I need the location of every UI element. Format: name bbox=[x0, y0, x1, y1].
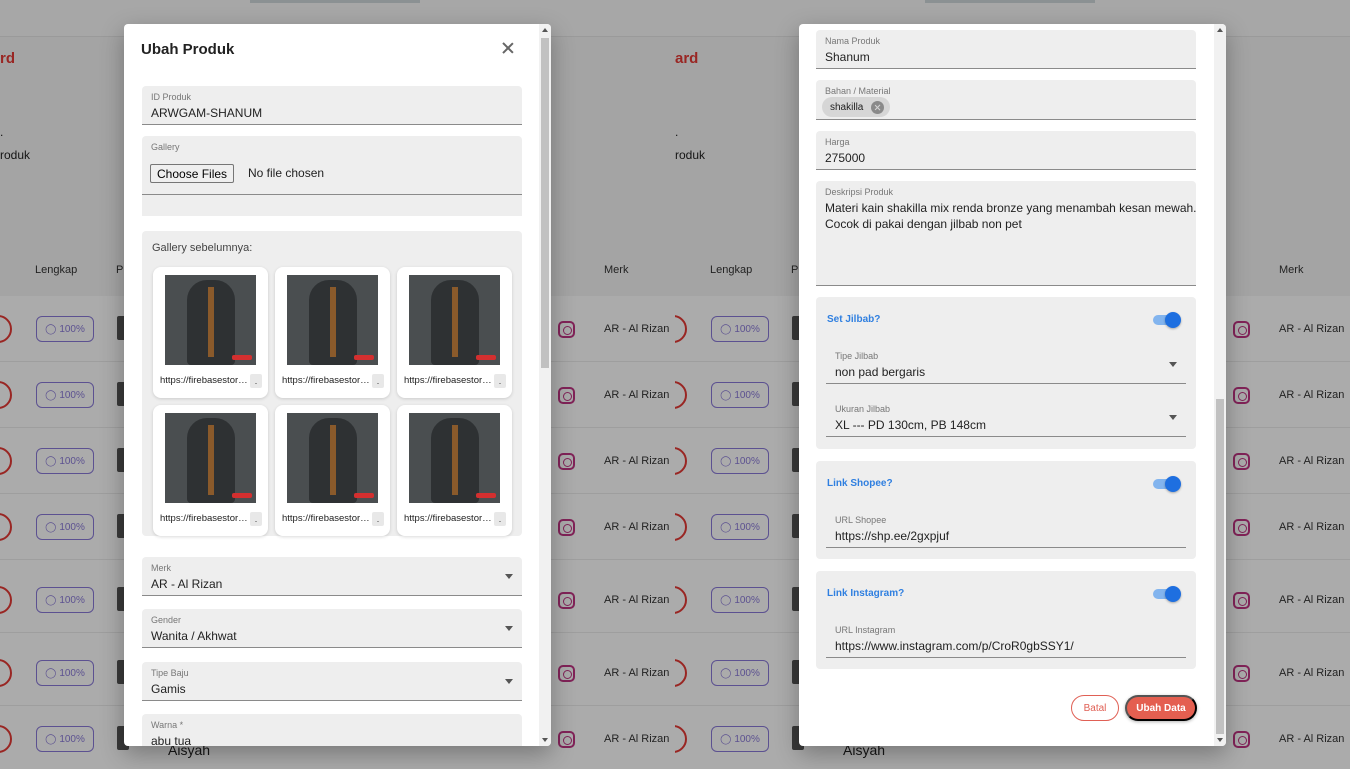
gallery-item[interactable]: https://firebasestorage.googleapis.com/. bbox=[275, 405, 390, 536]
scrollbar-thumb[interactable] bbox=[1216, 399, 1224, 734]
harga-field[interactable]: Harga 275000 bbox=[816, 131, 1196, 170]
gallery-item[interactable]: https://firebasestorage.googleapis.com/. bbox=[153, 405, 268, 536]
previous-gallery-title: Gallery sebelumnya: bbox=[152, 242, 253, 254]
gallery-item[interactable]: https://firebasestorage.googleapis.com/. bbox=[397, 405, 512, 536]
id-produk-field[interactable]: ID Produk ARWGAM-SHANUM bbox=[142, 86, 522, 125]
deskripsi-produk-textarea[interactable]: Deskripsi Produk Materi kain shakilla mi… bbox=[816, 181, 1197, 286]
gallery-image bbox=[409, 413, 500, 503]
gallery-url: https://firebasestorage.googleapis.com/ bbox=[404, 513, 492, 524]
choose-files-button[interactable]: Choose Files bbox=[150, 164, 235, 183]
gallery-url: https://firebasestorage.googleapis.com/ bbox=[282, 375, 370, 386]
scrollbar-thumb[interactable] bbox=[541, 38, 549, 368]
chevron-down-icon bbox=[505, 679, 513, 684]
chevron-down-icon bbox=[505, 626, 513, 631]
gallery-item[interactable]: https://firebasestorage.googleapis.com/. bbox=[397, 267, 512, 398]
gallery-more-button[interactable]: . bbox=[494, 512, 506, 526]
url-shopee-field[interactable]: URL Shopee https://shp.ee/2gxpjuf bbox=[826, 509, 1186, 548]
set-jilbab-section: Set Jilbab? Tipe Jilbab non pad bergaris… bbox=[816, 297, 1196, 449]
gallery-more-button[interactable]: . bbox=[250, 374, 262, 388]
gallery-image bbox=[287, 413, 378, 503]
warna-field[interactable]: Warna * abu tua bbox=[142, 714, 522, 746]
gallery-image bbox=[409, 275, 500, 365]
scroll-up-icon[interactable] bbox=[1217, 28, 1223, 32]
id-produk-value: ARWGAM-SHANUM bbox=[151, 106, 263, 120]
dialog-scrollbar[interactable] bbox=[1214, 24, 1226, 746]
previous-gallery: Gallery sebelumnya: https://firebasestor… bbox=[142, 231, 522, 536]
scroll-up-icon[interactable] bbox=[542, 28, 548, 32]
edit-product-dialog-scrolled: Nama Produk Shanum Bahan / Material shak… bbox=[799, 24, 1226, 746]
tipe-baju-select[interactable]: Tipe Baju Gamis bbox=[142, 662, 522, 701]
link-shopee-section: Link Shopee? URL Shopee https://shp.ee/2… bbox=[816, 461, 1196, 559]
file-status: No file chosen bbox=[248, 166, 325, 180]
link-instagram-toggle[interactable] bbox=[1153, 586, 1181, 602]
gallery-url: https://firebasestorage.googleapis.com/ bbox=[404, 375, 492, 386]
tipe-jilbab-select[interactable]: Tipe Jilbab non pad bergaris bbox=[826, 345, 1186, 384]
gallery-more-button[interactable]: . bbox=[494, 374, 506, 388]
link-shopee-toggle[interactable] bbox=[1153, 476, 1181, 492]
material-chip[interactable]: shakilla bbox=[822, 97, 891, 117]
cancel-button[interactable]: Batal bbox=[1071, 695, 1119, 721]
nama-produk-field[interactable]: Nama Produk Shanum bbox=[816, 30, 1196, 69]
set-jilbab-toggle[interactable] bbox=[1153, 312, 1181, 328]
gallery-url: https://firebasestorage.googleapis.com/ bbox=[160, 375, 248, 386]
merk-select[interactable]: Merk AR - Al Rizan bbox=[142, 557, 522, 596]
gallery-item[interactable]: https://firebasestorage.googleapis.com/. bbox=[275, 267, 390, 398]
gallery-more-button[interactable]: . bbox=[372, 374, 384, 388]
gallery-image bbox=[287, 275, 378, 365]
scroll-down-icon[interactable] bbox=[1217, 738, 1223, 742]
gallery-more-button[interactable]: . bbox=[372, 512, 384, 526]
save-button[interactable]: Ubah Data bbox=[1125, 695, 1197, 721]
gallery-field: Gallery Choose Files No file chosen bbox=[142, 136, 522, 195]
scroll-down-icon[interactable] bbox=[542, 738, 548, 742]
gallery-item[interactable]: https://firebasestorage.googleapis.com/. bbox=[153, 267, 268, 398]
gallery-url: https://firebasestorage.googleapis.com/ bbox=[282, 513, 370, 524]
chevron-down-icon bbox=[505, 574, 513, 579]
edit-product-dialog: Ubah Produk ID Produk ARWGAM-SHANUM Gall… bbox=[124, 24, 551, 746]
ukuran-jilbab-select[interactable]: Ukuran Jilbab XL --- PD 130cm, PB 148cm bbox=[826, 398, 1186, 437]
link-instagram-section: Link Instagram? URL Instagram https://ww… bbox=[816, 571, 1196, 669]
gallery-more-button[interactable]: . bbox=[250, 512, 262, 526]
dialog-scrollbar[interactable] bbox=[539, 24, 551, 746]
gallery-image bbox=[165, 275, 256, 365]
remove-chip-icon[interactable] bbox=[871, 100, 885, 114]
close-icon[interactable] bbox=[498, 39, 518, 59]
bahan-material-field[interactable]: Bahan / Material shakilla bbox=[816, 80, 1196, 120]
gender-select[interactable]: Gender Wanita / Akhwat bbox=[142, 609, 522, 648]
gallery-image bbox=[165, 413, 256, 503]
url-instagram-field[interactable]: URL Instagram https://www.instagram.com/… bbox=[826, 619, 1186, 658]
dialog-title: Ubah Produk bbox=[141, 41, 235, 58]
chevron-down-icon bbox=[1169, 362, 1177, 367]
gallery-url: https://firebasestorage.googleapis.com/ bbox=[160, 513, 248, 524]
chevron-down-icon bbox=[1169, 415, 1177, 420]
